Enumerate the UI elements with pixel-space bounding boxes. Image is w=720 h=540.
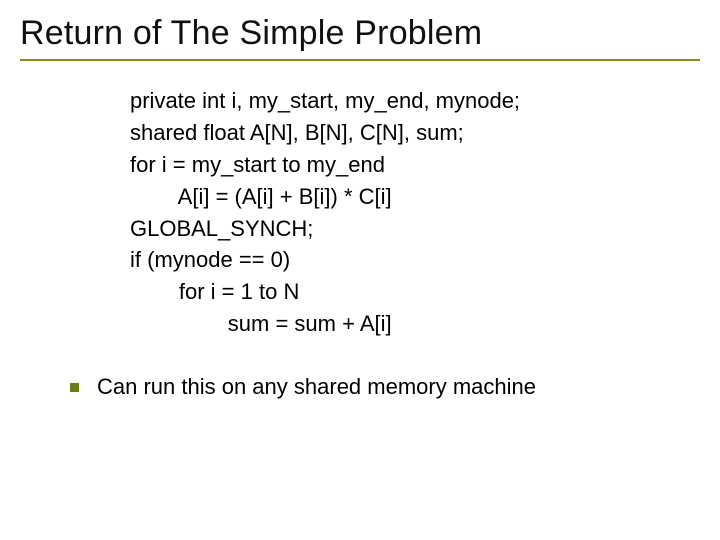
code-line: A[i] = (A[i] + B[i]) * C[i] (130, 184, 392, 209)
slide: Return of The Simple Problem private int… (0, 0, 720, 540)
code-line: sum = sum + A[i] (130, 311, 392, 336)
code-line: private int i, my_start, my_end, mynode; (130, 88, 520, 113)
code-line: for i = 1 to N (130, 279, 299, 304)
code-line: for i = my_start to my_end (130, 152, 385, 177)
bullet-item: Can run this on any shared memory machin… (70, 374, 700, 400)
code-line: GLOBAL_SYNCH; (130, 216, 313, 241)
code-line: shared float A[N], B[N], C[N], sum; (130, 120, 464, 145)
slide-title: Return of The Simple Problem (20, 14, 700, 61)
code-line: if (mynode == 0) (130, 247, 290, 272)
code-block: private int i, my_start, my_end, mynode;… (130, 85, 700, 340)
square-bullet-icon (70, 383, 79, 392)
bullet-text: Can run this on any shared memory machin… (97, 374, 536, 400)
